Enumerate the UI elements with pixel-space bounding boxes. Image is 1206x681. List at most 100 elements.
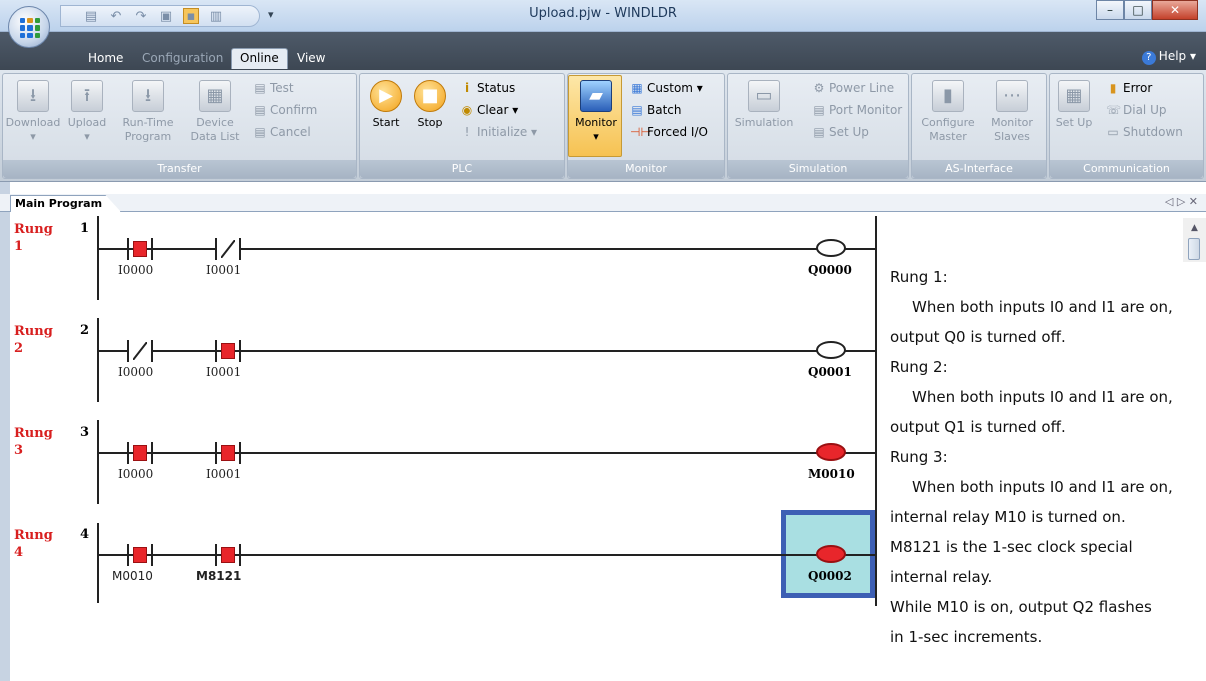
download-icon: ⭳	[17, 80, 49, 112]
output-coil-off[interactable]	[816, 341, 846, 359]
rung-comment-panel: Rung 1: When both inputs I0 and I1 are o…	[890, 262, 1206, 652]
comment-line: output Q1 is turned off.	[890, 418, 1066, 436]
forced-io-button[interactable]: ⊣⊢Forced I/O	[630, 124, 708, 140]
runtime-program-button[interactable]: ⭳ Run-Time Program	[113, 80, 183, 144]
tab-close-icon[interactable]: ✕	[1189, 195, 1198, 208]
application-button[interactable]	[8, 6, 50, 48]
sim-setup-label: Set Up	[829, 125, 869, 139]
output-address: Q0000	[808, 263, 852, 277]
confirm-button[interactable]: ▤ Confirm	[253, 102, 317, 118]
output-coil-off[interactable]	[816, 239, 846, 257]
initialize-icon: !	[464, 125, 470, 139]
monitor-icon: ▰	[580, 80, 612, 112]
start-button[interactable]: ▶ Start	[366, 80, 406, 130]
device-data-list-button[interactable]: ▦ Device Data List	[183, 80, 247, 144]
tab-online[interactable]: Online	[231, 48, 288, 69]
nc-slash-icon	[221, 240, 235, 258]
comment-line: When both inputs I0 and I1 are on,	[912, 478, 1173, 496]
ribbon-tabs: Home Configuration Online View ? Help ▾	[0, 32, 1206, 70]
help-label: Help	[1158, 49, 1187, 63]
device-data-list-icon: ▦	[199, 80, 231, 112]
contact-nc-off[interactable]	[215, 238, 241, 260]
comment-line: Rung 3:	[890, 448, 948, 466]
rung-label: Rung 2	[14, 323, 53, 357]
port-monitor-label: Port Monitor	[829, 103, 903, 117]
configure-master-button[interactable]: ▮ Configure Master	[916, 80, 980, 144]
comment-line: Rung 1:	[890, 268, 948, 286]
contact-no-on[interactable]	[127, 442, 153, 464]
tab-scroll-left-icon[interactable]: ◁	[1165, 195, 1173, 208]
group-communication: ▦ Set Up ▮ Error ☏ Dial Up ▭ Shutdown Commun…	[1049, 73, 1204, 179]
maximize-button[interactable]: □	[1124, 0, 1152, 20]
upload-button[interactable]: ⭱ Upload ▾	[63, 80, 111, 144]
comment-line: internal relay M10 is turned on.	[890, 508, 1126, 526]
start-label: Start	[372, 116, 400, 129]
group-monitor-label: Monitor	[568, 160, 724, 178]
title-bar: ▤ ↶ ↷ ▣ ▪ ▥ ▾ Upload.pjw - WINDLDR – □ ✕	[0, 0, 1206, 32]
monitor-slaves-icon: ⋯	[996, 80, 1028, 112]
dial-up-icon: ☏	[1106, 103, 1122, 117]
cancel-icon: ▤	[254, 125, 266, 139]
port-monitor-icon: ▤	[813, 103, 825, 117]
tab-configuration[interactable]: Configuration	[134, 49, 231, 68]
batch-button[interactable]: ▤ Batch	[630, 102, 681, 118]
app-logo-icon	[20, 18, 40, 38]
contact-nc-off[interactable]	[127, 340, 153, 362]
monitor-slaves-button[interactable]: ⋯ Monitor Slaves	[982, 80, 1042, 144]
test-button[interactable]: ▤ Test	[253, 80, 293, 96]
simulation-button[interactable]: ▭ Simulation	[732, 80, 796, 130]
rung-label: Rung 3	[14, 425, 53, 459]
download-button[interactable]: ⭳ Download ▾	[3, 80, 63, 144]
tab-scroll-right-icon[interactable]: ▷	[1177, 195, 1185, 208]
vertical-scrollbar[interactable]: ▲	[1183, 218, 1206, 262]
error-icon: ▮	[1109, 81, 1117, 95]
cancel-button[interactable]: ▤ Cancel	[253, 124, 310, 140]
contact-no-on[interactable]	[215, 544, 241, 566]
rung-label-text: Rung	[14, 426, 53, 441]
error-button[interactable]: ▮ Error	[1106, 80, 1153, 96]
confirm-label: Confirm	[270, 103, 318, 117]
group-communication-label: Communication	[1050, 160, 1203, 178]
power-line-icon: ⚙	[813, 81, 825, 95]
tab-main-program[interactable]: Main Program	[10, 195, 122, 212]
dial-up-label: Dial Up	[1123, 103, 1167, 117]
close-button[interactable]: ✕	[1152, 0, 1198, 20]
comm-setup-button[interactable]: ▦ Set Up	[1052, 80, 1096, 130]
contact-address: I0000	[118, 467, 154, 481]
monitor-slaves-label-2: Slaves	[994, 130, 1030, 143]
scroll-thumb[interactable]	[1188, 238, 1200, 260]
tab-view[interactable]: View	[289, 49, 333, 68]
status-button[interactable]: i Status	[460, 80, 515, 96]
stop-button[interactable]: ■ Stop	[410, 80, 450, 130]
shutdown-button[interactable]: ▭ Shutdown	[1106, 124, 1183, 140]
port-monitor-button[interactable]: ▤ Port Monitor	[812, 102, 902, 118]
rung-label-text: Rung	[14, 324, 53, 339]
help-menu[interactable]: ? Help ▾	[1141, 49, 1196, 65]
group-simulation: ▭ Simulation ⚙ Power Line ▤ Port Monitor ▤ S…	[727, 73, 909, 179]
left-power-rail	[97, 523, 99, 603]
comment-line: When both inputs I0 and I1 are on,	[912, 388, 1173, 406]
clear-button[interactable]: ◉ Clear ▾	[460, 102, 518, 118]
group-monitor: ▰ Monitor ▾ ▦ Custom ▾ ▤ Batch ⊣⊢Forced I/O …	[567, 73, 725, 179]
monitor-button[interactable]: ▰ Monitor ▾	[571, 80, 621, 144]
power-line-button[interactable]: ⚙ Power Line	[812, 80, 895, 96]
custom-button[interactable]: ▦ Custom ▾	[630, 80, 703, 96]
tab-home[interactable]: Home	[80, 49, 131, 68]
contact-no-on[interactable]	[127, 238, 153, 260]
initialize-button[interactable]: ! Initialize ▾	[460, 124, 537, 140]
scroll-up-icon[interactable]: ▲	[1183, 218, 1206, 238]
forced-io-icon: ⊣⊢	[630, 125, 651, 139]
sim-setup-button[interactable]: ▤ Set Up	[812, 124, 869, 140]
minimize-button[interactable]: –	[1096, 0, 1124, 20]
contact-no-on[interactable]	[215, 340, 241, 362]
monitor-label: Monitor	[575, 116, 617, 129]
rung-number: 1	[80, 221, 90, 236]
dial-up-button[interactable]: ☏ Dial Up	[1106, 102, 1166, 118]
upload-label: Upload	[67, 116, 107, 129]
comm-setup-icon: ▦	[1058, 80, 1090, 112]
output-coil-on[interactable]	[816, 443, 846, 461]
configure-label-1: Configure	[921, 116, 975, 129]
contact-no-on[interactable]	[127, 544, 153, 566]
contact-no-on[interactable]	[215, 442, 241, 464]
output-coil-on[interactable]	[816, 545, 846, 563]
